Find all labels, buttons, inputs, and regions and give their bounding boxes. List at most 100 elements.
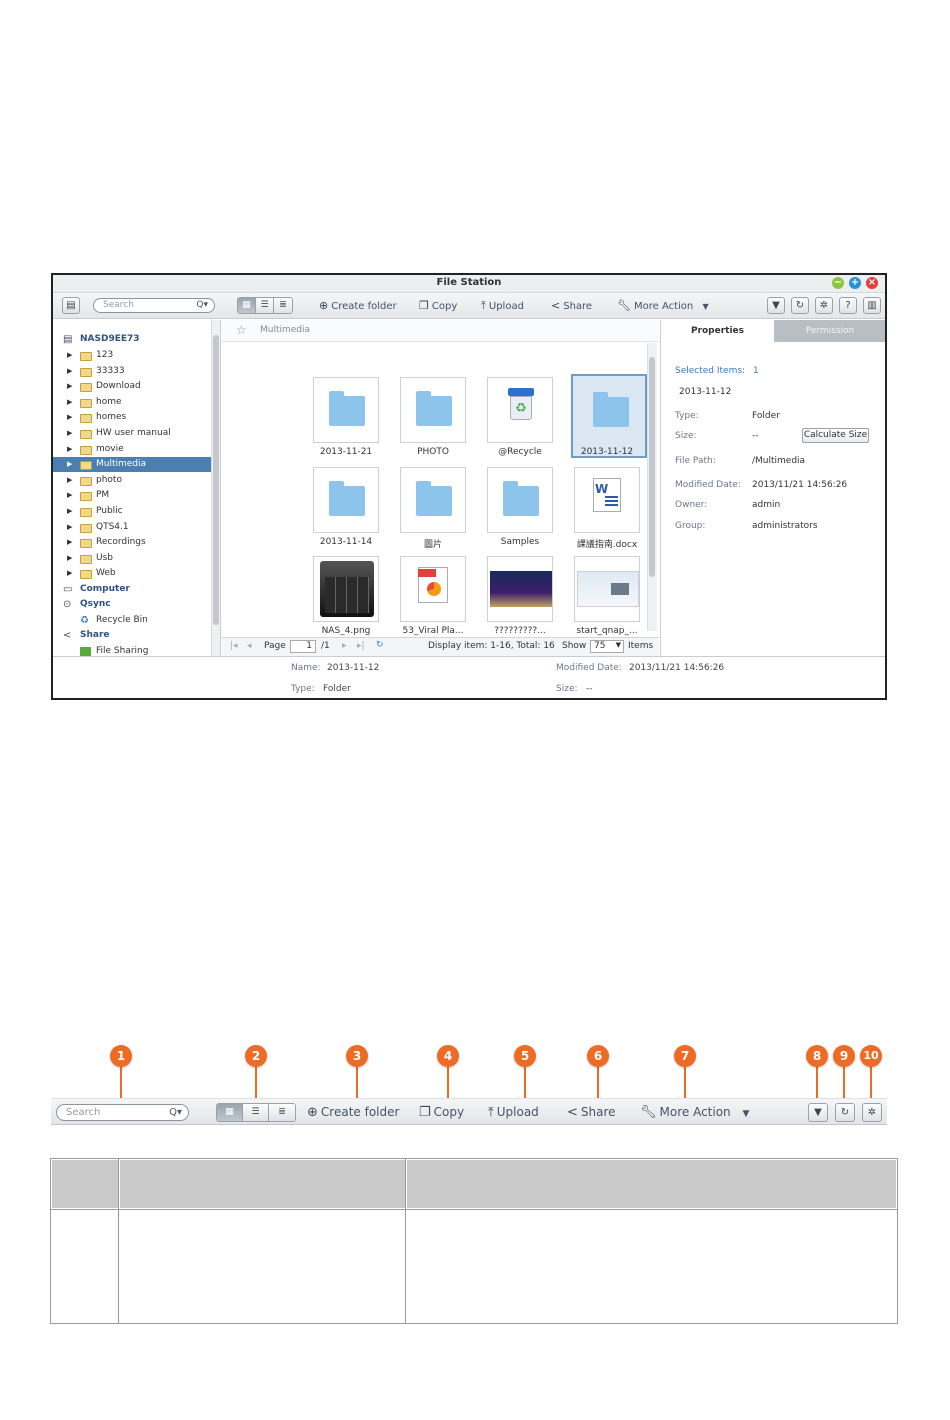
tree-file-sharing[interactable]: File Sharing: [53, 644, 211, 656]
search-input[interactable]: Search Q▾: [93, 298, 215, 313]
tree-expand-icon[interactable]: ▶: [67, 379, 72, 394]
breadcrumb[interactable]: Multimedia: [260, 325, 310, 335]
create-folder-button[interactable]: ⊕ Create folder: [307, 1105, 399, 1120]
list-view-icon[interactable]: ☰: [243, 1104, 269, 1121]
tree-expand-icon[interactable]: ▶: [67, 426, 72, 441]
search-icon[interactable]: Q▾: [196, 299, 208, 312]
more-action-button[interactable]: 🔧︎ More Action ▼: [617, 297, 709, 315]
tree-item[interactable]: ▶ HW user manual: [53, 426, 211, 441]
tree-item[interactable]: ▶ Download: [53, 379, 211, 394]
tree-expand-icon[interactable]: ▶: [67, 395, 72, 410]
tree-item[interactable]: ▶ home: [53, 395, 211, 410]
tree-expand-icon[interactable]: ▶: [67, 566, 72, 581]
file-thumbnail[interactable]: [313, 556, 379, 622]
tree-item[interactable]: ▶ movie: [53, 442, 211, 457]
last-page-icon[interactable]: ▸|: [357, 641, 365, 651]
close-button[interactable]: ×: [866, 277, 878, 289]
callout-number: 2: [245, 1045, 267, 1067]
filter-icon[interactable]: ▼: [767, 297, 785, 314]
file-thumbnail[interactable]: [400, 377, 466, 443]
tree-expand-icon[interactable]: ▶: [67, 364, 72, 379]
tree-expand-icon[interactable]: ▶: [67, 504, 72, 519]
tree-share[interactable]: < Share: [53, 628, 211, 643]
tree-expand-icon[interactable]: ▶: [67, 551, 72, 566]
first-page-icon[interactable]: |◂: [230, 641, 238, 651]
sidebar-toggle-icon[interactable]: ▤: [62, 297, 80, 314]
tree-item[interactable]: ▶ homes: [53, 410, 211, 425]
minimize-button[interactable]: −: [832, 277, 844, 289]
tree-expand-icon[interactable]: ▶: [67, 535, 72, 550]
calculate-size-button[interactable]: Calculate Size: [802, 428, 869, 443]
tree-item[interactable]: ▶ Web: [53, 566, 211, 581]
file-scrollbar-thumb[interactable]: [649, 357, 655, 577]
file-thumbnail[interactable]: [574, 556, 640, 622]
star-icon[interactable]: ☆: [236, 323, 247, 337]
file-thumbnail[interactable]: [571, 374, 647, 458]
tree-item[interactable]: ▶ PM: [53, 488, 211, 503]
tree-expand-icon[interactable]: ▶: [67, 473, 72, 488]
settings-icon[interactable]: ✲: [815, 297, 833, 314]
tree-item-label: photo: [96, 474, 122, 485]
tree-recycle-bin[interactable]: ♻ Recycle Bin: [53, 613, 211, 628]
tab-permission[interactable]: Permission: [774, 320, 885, 342]
tree-expand-icon[interactable]: ▶: [67, 442, 72, 457]
tree-item[interactable]: ▶ photo: [53, 473, 211, 488]
create-folder-button[interactable]: ⊕ Create folder: [319, 297, 397, 315]
tree-expand-icon[interactable]: ▶: [67, 520, 72, 535]
share-button[interactable]: < Share: [567, 1105, 616, 1120]
tree-item[interactable]: ▶ Usb: [53, 551, 211, 566]
list-view-icon[interactable]: ☰: [256, 298, 274, 313]
file-thumbnail[interactable]: [487, 467, 553, 533]
detail-view-icon[interactable]: ≣: [274, 298, 292, 313]
tree-root[interactable]: ▤ NASD9EE73: [53, 332, 211, 347]
file-thumbnail[interactable]: ♻: [487, 377, 553, 443]
maximize-button[interactable]: +: [849, 277, 861, 289]
refresh-icon[interactable]: ↻: [835, 1103, 855, 1122]
tree-qsync-label: Qsync: [80, 599, 111, 609]
file-thumbnail[interactable]: [313, 467, 379, 533]
thumbnail-view-icon[interactable]: ▦: [217, 1104, 243, 1121]
file-thumbnail[interactable]: W: [574, 467, 640, 533]
tab-properties[interactable]: Properties: [661, 320, 774, 342]
tree-scrollbar-thumb[interactable]: [213, 335, 219, 625]
copy-button[interactable]: ❐ Copy: [419, 297, 457, 315]
search-icon[interactable]: Q▾: [169, 1105, 182, 1120]
page-input[interactable]: 1: [290, 640, 316, 653]
tree-item[interactable]: ▶ Recordings: [53, 535, 211, 550]
file-thumbnail[interactable]: [313, 377, 379, 443]
document-lines-icon: [605, 496, 618, 498]
detail-view-icon[interactable]: ≣: [269, 1104, 295, 1121]
share-button[interactable]: < Share: [551, 297, 592, 315]
tree-expand-icon[interactable]: ▶: [67, 488, 72, 503]
tree-item[interactable]: ▶ 33333: [53, 364, 211, 379]
callout-number: 8: [806, 1045, 828, 1067]
prev-page-icon[interactable]: ◂: [247, 641, 252, 651]
help-icon[interactable]: ?: [839, 297, 857, 314]
search-input[interactable]: Search Q▾: [56, 1104, 189, 1121]
settings-icon[interactable]: ✲: [862, 1103, 882, 1122]
next-page-icon[interactable]: ▸: [342, 641, 347, 651]
tree-expand-icon[interactable]: ▶: [67, 348, 72, 363]
upload-button[interactable]: ⤒ Upload: [488, 1105, 539, 1120]
tree-item[interactable]: ▶ Multimedia: [53, 457, 211, 473]
tree-item[interactable]: ▶ QTS4.1: [53, 520, 211, 535]
thumbnail-view-icon[interactable]: ▦: [238, 298, 256, 313]
filter-icon[interactable]: ▼: [808, 1103, 828, 1122]
file-thumbnail[interactable]: [487, 556, 553, 622]
more-action-button[interactable]: 🔧︎ More Action ▼: [640, 1105, 749, 1120]
file-thumbnail[interactable]: [400, 556, 466, 622]
refresh-icon[interactable]: ↻: [791, 297, 809, 314]
refresh-icon[interactable]: ↻: [376, 640, 384, 650]
tree-item[interactable]: ▶ Public: [53, 504, 211, 519]
tree-item[interactable]: ▶ 123: [53, 348, 211, 363]
tree-expand-icon[interactable]: ▶: [67, 410, 72, 425]
tree-expand-icon[interactable]: ▶: [67, 457, 72, 472]
callout-number: 10: [860, 1045, 882, 1067]
panel-icon[interactable]: ▥: [863, 297, 881, 314]
copy-button[interactable]: ❐ Copy: [419, 1105, 464, 1120]
tree-computer[interactable]: ▭ Computer: [53, 582, 211, 597]
upload-button[interactable]: ⤒ Upload: [481, 297, 524, 315]
page-size-select[interactable]: 75 ▼: [590, 640, 624, 653]
tree-qsync[interactable]: ⊙ Qsync: [53, 597, 211, 612]
file-thumbnail[interactable]: [400, 467, 466, 533]
